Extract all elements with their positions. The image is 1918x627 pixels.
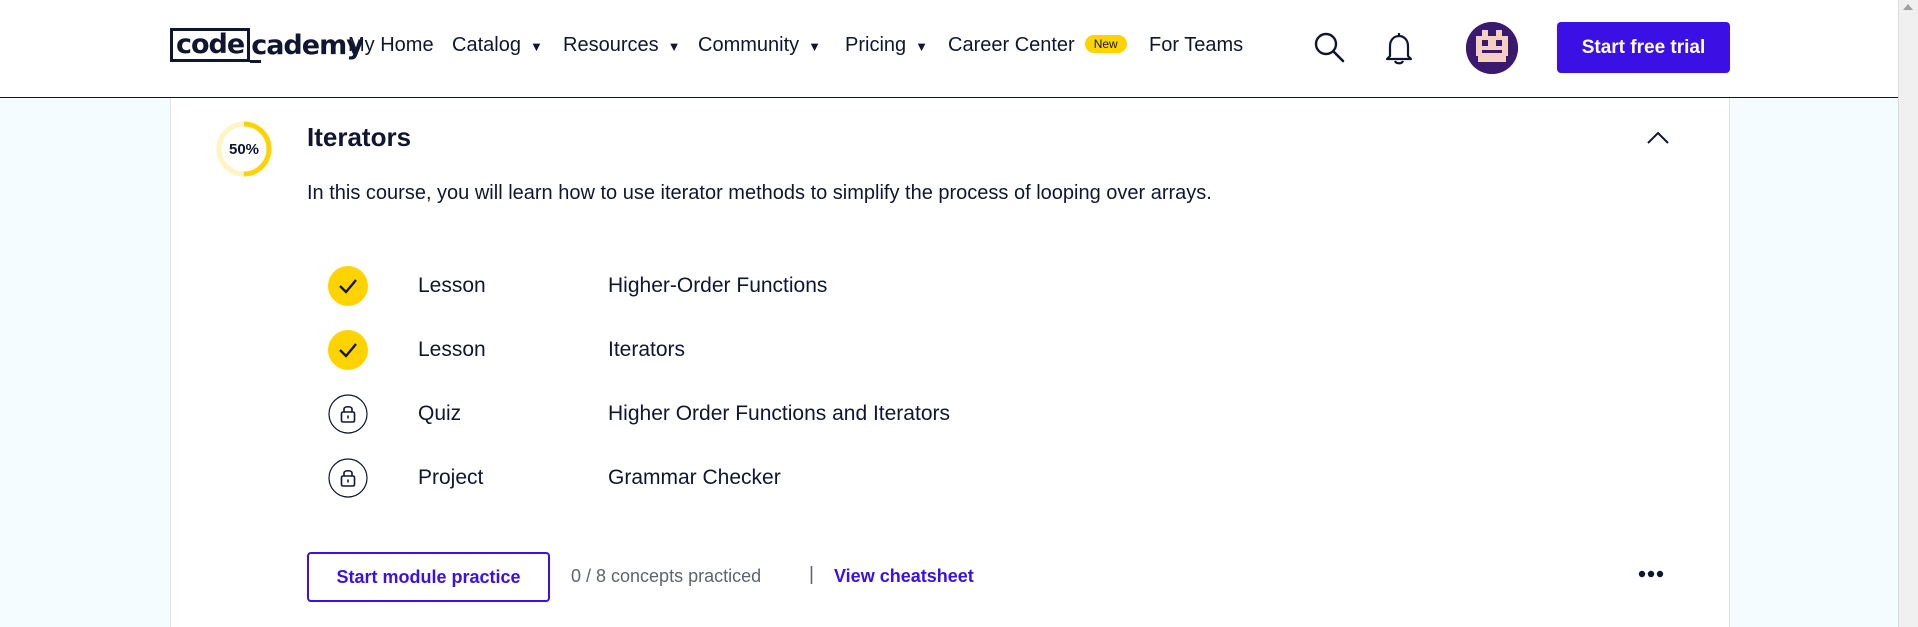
view-cheatsheet-link[interactable]: View cheatsheet: [834, 566, 974, 587]
lock-icon: [328, 394, 368, 434]
chevron-up-icon[interactable]: [1643, 126, 1673, 150]
module-card: 50% Iterators In this course, you will l…: [170, 98, 1730, 627]
new-badge: New: [1084, 34, 1127, 53]
more-options-icon[interactable]: [1637, 566, 1665, 582]
nav-label: Pricing: [845, 34, 907, 56]
scroll-up-arrow-icon[interactable]: [1903, 4, 1913, 10]
codecademy-logo[interactable]: code cademy: [170, 28, 364, 63]
top-header: code cademy My Home Catalog ▼ Resources …: [0, 0, 1918, 98]
item-name: Higher Order Functions and Iterators: [608, 402, 950, 425]
user-avatar[interactable]: [1466, 22, 1518, 74]
logo-rest-text: cademy: [250, 29, 364, 63]
nav-catalog[interactable]: Catalog ▼: [452, 34, 543, 57]
nav-resources[interactable]: Resources ▼: [563, 34, 680, 57]
item-name: Iterators: [608, 338, 686, 361]
nav-label: For Teams: [1149, 34, 1244, 56]
scrollbar[interactable]: [1898, 0, 1918, 627]
item-type: Quiz: [418, 402, 462, 425]
divider: |: [809, 564, 814, 585]
lock-icon: [328, 458, 368, 498]
caret-down-icon: ▼: [808, 39, 822, 54]
nav-career-center[interactable]: Career Center New: [948, 34, 1127, 57]
module-item-lesson[interactable]: Lesson Iterators: [171, 318, 1171, 382]
item-name: Grammar Checker: [608, 466, 781, 489]
caret-down-icon: ▼: [667, 39, 681, 54]
check-icon: [328, 266, 368, 306]
item-name: Higher-Order Functions: [608, 274, 828, 297]
module-item-lesson[interactable]: Lesson Higher-Order Functions: [171, 254, 1171, 318]
nav-pricing[interactable]: Pricing ▼: [845, 34, 928, 57]
nav-label: Catalog: [452, 34, 521, 56]
caret-down-icon: ▼: [915, 39, 929, 54]
nav-my-home[interactable]: My Home: [348, 34, 434, 57]
module-item-project[interactable]: Project Grammar Checker: [171, 446, 1171, 510]
module-title: Iterators: [307, 122, 412, 152]
item-type: Lesson: [418, 338, 486, 361]
nav-label: My Home: [348, 34, 434, 56]
bell-icon[interactable]: [1384, 31, 1414, 65]
start-module-practice-button[interactable]: Start module practice: [307, 552, 550, 602]
nav-community[interactable]: Community ▼: [698, 34, 821, 57]
caret-down-icon: ▼: [529, 39, 543, 54]
module-description: In this course, you will learn how to us…: [307, 182, 1212, 204]
progress-percent: 50%: [228, 140, 260, 158]
check-icon: [328, 330, 368, 370]
logo-boxed-text: code: [170, 28, 251, 62]
module-item-quiz[interactable]: Quiz Higher Order Functions and Iterator…: [171, 382, 1171, 446]
nav-label: Career Center: [948, 34, 1075, 56]
nav-for-teams[interactable]: For Teams: [1149, 34, 1243, 57]
concepts-practiced-text: 0 / 8 concepts practiced: [571, 566, 762, 586]
search-icon[interactable]: [1313, 31, 1345, 63]
nav-label: Resources: [563, 34, 659, 56]
item-type: Lesson: [418, 274, 486, 297]
item-type: Project: [418, 466, 484, 489]
nav-label: Community: [698, 34, 800, 56]
start-free-trial-button[interactable]: Start free trial: [1557, 22, 1730, 73]
